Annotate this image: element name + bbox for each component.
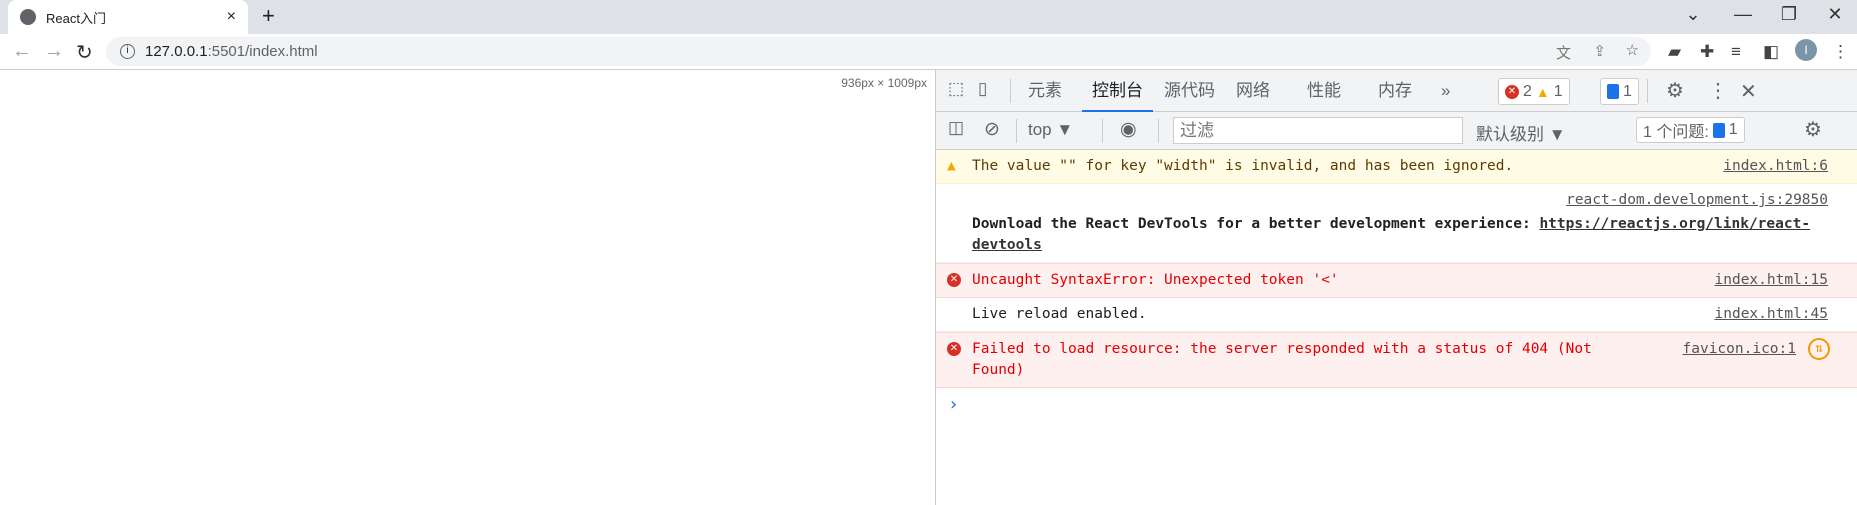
message-icon [1712, 122, 1725, 138]
log-level-dropdown[interactable]: 默认级别 ▼ [1476, 120, 1566, 145]
console-toolbar: ◫ ⊘ top ▼ ◉ 默认级别 ▼ 1 个问题: 1 ⚙ [936, 112, 1857, 150]
extension-icon[interactable]: ▰ [1668, 42, 1681, 62]
issues-label: 1 个问题: [1643, 124, 1709, 141]
page-viewport: 936px × 1009px [0, 70, 935, 505]
url-host: 127.0.0.1 [145, 43, 208, 60]
console-error: ✕ Uncaught SyntaxError: Unexpected token… [936, 263, 1857, 298]
divider [1016, 119, 1017, 143]
tab-network[interactable]: 网络 [1236, 70, 1270, 112]
console-log: Live reload enabled. index.html:45 [936, 298, 1857, 332]
clear-console-icon[interactable]: ⊘ [984, 118, 1000, 141]
warning-icon: ▲ [1535, 83, 1550, 100]
viewport-dimensions: 936px × 1009px [841, 76, 927, 90]
divider [1158, 119, 1159, 143]
error-warning-counter[interactable]: ✕ 2 ▲ 1 [1498, 78, 1570, 105]
forward-button[interactable]: → [44, 40, 64, 63]
avatar[interactable]: I [1795, 39, 1817, 61]
error-icon: ✕ [947, 342, 961, 356]
tab-memory[interactable]: 内存 [1378, 70, 1412, 112]
issues-button[interactable]: 1 个问题: 1 [1636, 117, 1745, 143]
devtools-tabbar: ⬚ ▯ 元素 控制台 源代码 网络 性能 内存 » ✕ 2 ▲ 1 1 ⚙ ⋮ ✕ [936, 70, 1857, 112]
address-bar[interactable]: i 127.0.0.1:5501/index.html 文 ⇪ ☆ [106, 37, 1651, 66]
console-settings-gear-icon[interactable]: ⚙ [1804, 117, 1822, 142]
tab-strip: React入门 × + ⌄ — ❐ ✕ [0, 0, 1857, 34]
info-icon[interactable]: i [120, 44, 135, 59]
puzzle-icon[interactable]: ✚ [1700, 42, 1714, 62]
warning-icon: ▲ [947, 158, 956, 174]
settings-gear-icon[interactable]: ⚙ [1666, 78, 1684, 103]
tab-sources[interactable]: 源代码 [1164, 70, 1215, 112]
console-warning: ▲ The value "" for key "width" is invali… [936, 150, 1857, 184]
message-icon [1607, 84, 1619, 99]
context-selector[interactable]: top ▼ [1028, 120, 1073, 140]
filter-input[interactable] [1173, 117, 1463, 144]
url-path: :5501/index.html [207, 43, 318, 60]
menu-icon[interactable]: ⋮ [1832, 42, 1849, 62]
divider [1102, 119, 1103, 143]
back-button[interactable]: ← [12, 40, 32, 63]
sidebar-toggle-icon[interactable]: ◫ [948, 118, 964, 138]
console-prompt[interactable]: › [936, 388, 1857, 421]
restore-button[interactable]: ❐ [1766, 4, 1812, 25]
share-icon[interactable]: ⇪ [1593, 42, 1606, 60]
device-toolbar-icon[interactable]: ▯ [978, 79, 987, 99]
more-options-icon[interactable]: ⋮ [1708, 78, 1728, 103]
message-count: 1 [1623, 82, 1632, 100]
media-control-icon[interactable]: ≡ [1731, 42, 1741, 62]
devtools-panel: ⬚ ▯ 元素 控制台 源代码 网络 性能 内存 » ✕ 2 ▲ 1 1 ⚙ ⋮ ✕ … [935, 70, 1857, 505]
message-text: Download the React DevTools for a better… [972, 216, 1540, 232]
source-link[interactable]: index.html:45 [1715, 304, 1829, 325]
message-text: Failed to load resource: the server resp… [972, 341, 1592, 378]
tab-elements[interactable]: 元素 [1028, 70, 1062, 112]
inspect-element-icon[interactable]: ⬚ [948, 79, 964, 99]
error-icon: ✕ [1505, 84, 1519, 99]
tab-search-chevron-icon[interactable]: ⌄ [1670, 4, 1716, 25]
prompt-chevron-icon: › [948, 394, 959, 415]
divider [1647, 79, 1648, 103]
reload-button[interactable]: ↻ [76, 40, 93, 65]
message-text: Uncaught SyntaxError: Unexpected token '… [972, 272, 1339, 288]
source-link[interactable]: react-dom.development.js:29850 [1566, 190, 1828, 211]
close-window-button[interactable]: ✕ [1812, 4, 1857, 25]
minimize-button[interactable]: — [1720, 4, 1766, 25]
tab-performance[interactable]: 性能 [1307, 70, 1341, 112]
new-tab-button[interactable]: + [262, 3, 275, 29]
issues-count: 1 [1728, 121, 1738, 138]
live-expression-eye-icon[interactable]: ◉ [1120, 118, 1137, 141]
error-icon: ✕ [947, 273, 961, 287]
warning-count: 1 [1553, 82, 1563, 100]
tab-console[interactable]: 控制台 [1082, 70, 1153, 112]
bookmark-star-icon[interactable]: ☆ [1626, 41, 1639, 59]
translate-icon[interactable]: 文 [1556, 42, 1571, 63]
globe-icon [20, 9, 36, 25]
side-panel-icon[interactable]: ◧ [1763, 42, 1779, 62]
error-count: 2 [1523, 82, 1532, 100]
console-error: ✕ Failed to load resource: the server re… [936, 332, 1857, 388]
message-counter[interactable]: 1 [1600, 78, 1639, 105]
close-devtools-icon[interactable]: ✕ [1740, 79, 1757, 104]
network-request-icon[interactable]: ⇅ [1808, 338, 1830, 360]
message-text: The value "" for key "width" is invalid,… [972, 158, 1514, 174]
more-tabs-button[interactable]: » [1441, 70, 1450, 112]
message-text: Live reload enabled. [972, 306, 1147, 322]
browser-tab[interactable]: React入门 × [8, 0, 248, 34]
toolbar: ← → ↻ i 127.0.0.1:5501/index.html 文 ⇪ ☆ … [0, 34, 1857, 70]
console-info: react-dom.development.js:29850 Download … [936, 184, 1857, 263]
tab-title: React入门 [46, 10, 106, 26]
source-link[interactable]: index.html:15 [1715, 270, 1829, 291]
source-link[interactable]: index.html:6 [1723, 156, 1828, 177]
console-messages: ▲ The value "" for key "width" is invali… [936, 150, 1857, 421]
divider [1010, 79, 1011, 103]
source-link[interactable]: favicon.ico:1 [1683, 339, 1797, 360]
tab-close-button[interactable]: × [227, 8, 236, 26]
